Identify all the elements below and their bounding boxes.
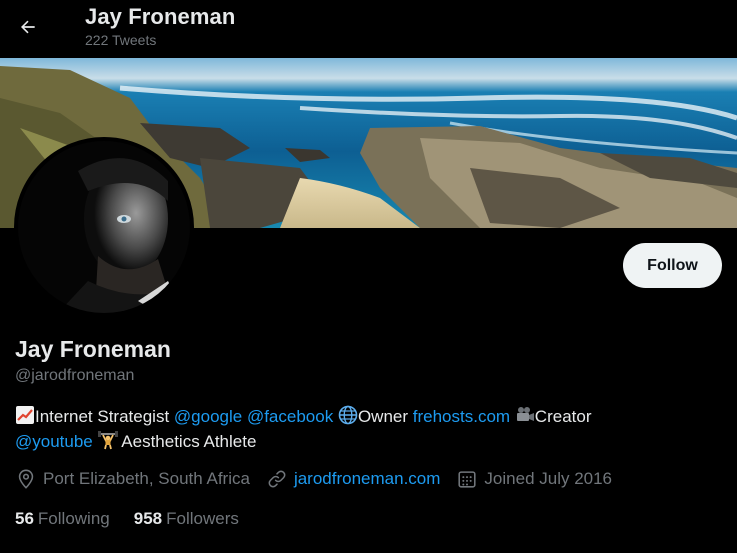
movie-camera-icon (515, 405, 535, 425)
profile-handle: @jarodfroneman (15, 367, 135, 384)
following-count: 56 (15, 509, 34, 528)
profile-header-bar: Jay Froneman 222 Tweets (0, 0, 737, 58)
mention-facebook-link[interactable]: @facebook (247, 407, 333, 426)
avatar-photo (18, 141, 190, 313)
bio-text: Internet Strategist (35, 407, 174, 426)
weightlifter-icon (97, 430, 118, 450)
profile-page: Jay Froneman 222 Tweets Follow Jay Frone (0, 0, 737, 553)
bio-line-2: @youtube Aesthetics Athlete (15, 429, 715, 454)
joined-item: Joined July 2016 (456, 468, 612, 490)
location-text: Port Elizabeth, South Africa (43, 469, 250, 488)
avatar[interactable] (14, 137, 194, 317)
arrow-left-icon (21, 20, 35, 34)
website-item[interactable]: jarodfroneman.com (266, 468, 440, 490)
frehosts-link[interactable]: frehosts.com (413, 407, 510, 426)
link-icon (268, 470, 286, 488)
joined-text: Joined July 2016 (484, 469, 613, 488)
profile-stats: 56 Following 958 Followers (15, 509, 263, 529)
following-link[interactable]: 56 Following (15, 509, 110, 529)
website-link[interactable]: jarodfroneman.com (294, 469, 440, 489)
follow-button[interactable]: Follow (623, 243, 722, 288)
profile-bio: Internet Strategist @google @facebook Ow… (15, 404, 715, 454)
back-button[interactable] (9, 8, 47, 46)
header-name: Jay Froneman (85, 4, 236, 29)
chart-increasing-icon (15, 405, 35, 425)
followers-link[interactable]: 958 Followers (134, 509, 239, 529)
profile-display-name: Jay Froneman (15, 336, 171, 362)
header-tweet-count: 222 Tweets (85, 32, 157, 48)
location-pin-icon (18, 469, 34, 489)
globe-icon (338, 405, 358, 425)
bio-text: Owner (357, 407, 413, 426)
location-item: Port Elizabeth, South Africa (15, 468, 250, 490)
following-label: Following (37, 509, 110, 528)
mention-google-link[interactable]: @google (174, 407, 242, 426)
bio-text: Creator (534, 407, 592, 426)
followers-count: 958 (133, 509, 163, 528)
calendar-icon (458, 471, 476, 488)
followers-label: Followers (166, 509, 239, 528)
bio-line-1: Internet Strategist @google @facebook Ow… (15, 404, 715, 429)
mention-youtube-link[interactable]: @youtube (15, 432, 93, 451)
bio-text: Aesthetics Athlete (117, 432, 257, 451)
profile-meta: Port Elizabeth, South Africa jarodfronem… (15, 468, 628, 490)
